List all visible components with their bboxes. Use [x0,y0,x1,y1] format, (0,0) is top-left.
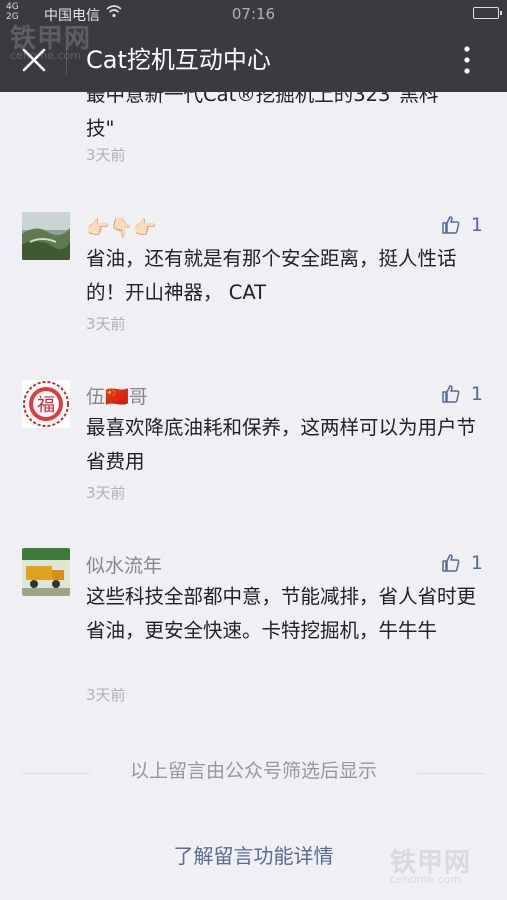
watermark-bottom: 铁甲网 cehome.com [390,842,471,886]
comment-author: 👉🏻👇🏻👉🏻 [86,217,157,239]
watermark-bottom-url: cehome.com [390,873,461,886]
avatar[interactable] [22,212,70,260]
thumb-up-icon [442,385,460,403]
comment-time: 3天前 [86,686,126,704]
page-title: Cat挖机互动中心 [86,46,271,74]
watermark-top: 铁甲网 cehome.com [10,18,91,62]
like-button[interactable]: 1 [441,552,483,574]
comment-text-line: 最中意新一代Cat®挖掘机上的323"黑科 [86,92,439,106]
comment-list: 最中意新一代Cat®挖掘机上的323"黑科 技" 3天前 👉🏻👇🏻👉🏻 1 省油… [0,92,507,900]
comment-text: 最喜欢降底油耗和保养，这两样可以为用户节省费用 [86,416,477,473]
thumb-up-icon [442,554,460,572]
footer-divider-right [417,773,485,774]
like-count: 1 [470,552,483,574]
avatar[interactable]: 福 [22,380,70,428]
like-button[interactable]: 1 [441,214,483,236]
thumb-up-icon [442,216,460,234]
battery-icon [473,7,502,19]
comment-time: 3天前 [86,146,126,164]
like-count: 1 [470,383,483,405]
title-bar: Cat挖机互动中心 铁甲网 cehome.com [0,24,507,92]
comment-time: 3天前 [86,315,126,333]
comment-text-line: 技" [86,117,115,140]
comment-text: 省油，还有就是有那个安全距离，挺人性话的！开山神器， CAT [86,247,457,304]
watermark-top-url: cehome.com [10,49,81,62]
more-vertical-icon[interactable] [457,44,477,76]
comment-author: 伍🇨🇳哥 [86,386,148,408]
comment-author: 似水流年 [86,555,163,577]
like-count: 1 [470,214,483,236]
comment-time: 3天前 [86,484,126,502]
footer-note: 以上留言由公众号筛选后显示 [129,760,377,782]
svg-text:福: 福 [37,395,55,416]
comment-text: 最中意新一代Cat®挖掘机上的323"黑科 技" [86,92,481,146]
comment-text: 这些科技全部都中意，节能减排，省人省时更省油，更安全快速。卡特挖掘机，牛牛牛 [86,585,477,642]
avatar[interactable] [22,548,70,596]
like-button[interactable]: 1 [441,383,483,405]
